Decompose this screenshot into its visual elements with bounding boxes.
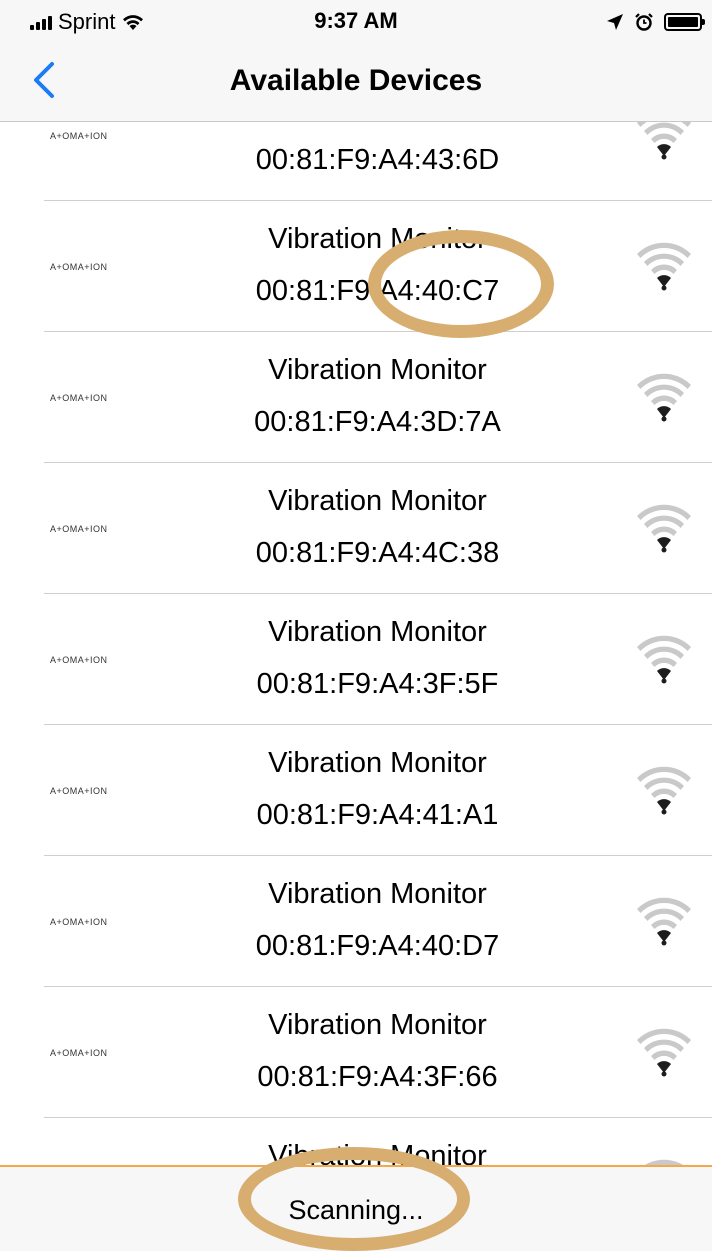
brand-logo: A+OMA+ION <box>50 130 108 141</box>
device-row[interactable]: A+OMA+ION Vibration Monitor 00:81:F9:A4:… <box>0 201 712 332</box>
scanning-status-label: Scanning... <box>288 1195 424 1225</box>
device-row[interactable]: Vibration Monitor <box>0 1118 712 1165</box>
wifi-signal-icon <box>637 897 691 945</box>
wifi-signal-icon <box>637 504 691 552</box>
wifi-signal-icon <box>637 122 691 159</box>
device-row[interactable]: A+OMA+ION Vibration Monitor 00:81:F9:A4:… <box>0 856 712 987</box>
wifi-signal-icon <box>637 1028 691 1076</box>
device-row[interactable]: A+OMA+ION Vibration Monitor 00:81:F9:A4:… <box>0 594 712 725</box>
device-row[interactable]: A+OMA+ION Vibration Monitor 00:81:F9:A4:… <box>0 725 712 856</box>
wifi-signal-icon <box>637 373 691 421</box>
alarm-icon <box>635 13 653 31</box>
device-row[interactable]: A+OMA+ION Vibration Monitor 00:81:F9:A4:… <box>0 987 712 1118</box>
wifi-signal-icon <box>643 1159 685 1165</box>
device-mac-address: 00:81:F9:A4:43:6D <box>255 144 500 176</box>
page-title: Available Devices <box>229 64 483 97</box>
navigation-bar: Available Devices <box>0 44 712 122</box>
device-mac-address: 00:81:F9:A4:4C:38 <box>255 537 500 569</box>
wifi-signal-icon <box>637 766 691 814</box>
device-name: Vibration Monitor <box>268 1009 487 1041</box>
device-mac-address: 00:81:F9:A4:40:C7 <box>255 275 500 307</box>
brand-logo: A+OMA+ION <box>50 261 108 272</box>
device-name: Vibration Monitor <box>268 878 487 910</box>
location-arrow-icon <box>607 14 623 30</box>
device-mac-address: 00:81:F9:A4:41:A1 <box>256 799 499 831</box>
device-name: Vibration Monitor <box>268 223 487 255</box>
scan-status-bar: Scanning... <box>0 1165 712 1251</box>
device-mac-address: 00:81:F9:A4:3F:66 <box>257 1061 498 1093</box>
device-row[interactable]: A+OMA+ION Vibration Monitor 00:81:F9:A4:… <box>0 122 712 201</box>
wifi-signal-icon <box>637 242 691 290</box>
device-list[interactable]: A+OMA+ION Vibration Monitor 00:81:F9:A4:… <box>0 122 712 1165</box>
device-row[interactable]: A+OMA+ION Vibration Monitor 00:81:F9:A4:… <box>0 332 712 463</box>
device-name: Vibration Monitor <box>268 747 487 779</box>
device-name: Vibration Monitor <box>268 485 487 517</box>
brand-logo: A+OMA+ION <box>50 785 108 796</box>
brand-logo: A+OMA+ION <box>50 654 108 665</box>
wifi-signal-icon <box>637 635 691 683</box>
brand-logo: A+OMA+ION <box>50 1047 108 1058</box>
status-right <box>606 10 705 34</box>
device-row[interactable]: A+OMA+ION Vibration Monitor 00:81:F9:A4:… <box>0 463 712 594</box>
brand-logo: A+OMA+ION <box>50 523 108 534</box>
device-mac-address: 00:81:F9:A4:3F:5F <box>256 668 499 700</box>
brand-logo: A+OMA+ION <box>50 916 108 927</box>
status-bar: Sprint 9:37 AM <box>0 0 712 44</box>
device-mac-address: 00:81:F9:A4:40:D7 <box>255 930 500 962</box>
device-name: Vibration Monitor <box>268 616 487 648</box>
device-name: Vibration Monitor <box>0 122 712 125</box>
device-name: Vibration Monitor <box>268 354 487 386</box>
brand-logo: A+OMA+ION <box>50 392 108 403</box>
device-mac-address: 00:81:F9:A4:3D:7A <box>254 406 501 438</box>
device-name: Vibration Monitor <box>268 1140 487 1165</box>
battery-icon <box>664 13 705 31</box>
